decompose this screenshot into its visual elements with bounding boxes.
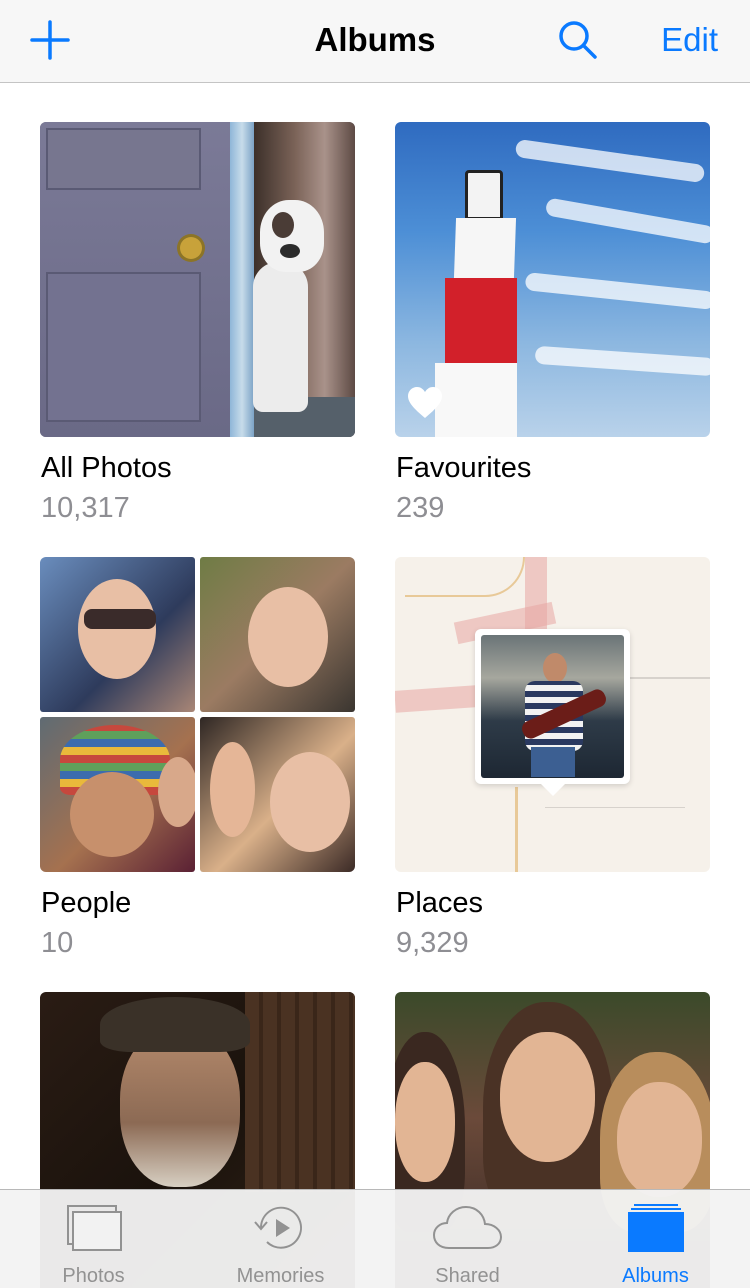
memories-play-icon — [253, 1206, 302, 1249]
thumbnail-lighthouse-base — [435, 363, 517, 437]
thumbnail-head — [543, 653, 567, 683]
album-count: 239 — [396, 492, 445, 524]
album-title: Places — [396, 887, 484, 919]
navigation-bar: Albums Edit — [0, 0, 750, 83]
thumbnail-dog-body — [253, 262, 308, 412]
pin-photo — [481, 635, 624, 778]
thumbnail-lighthouse-band — [445, 278, 517, 363]
album-thumbnail[interactable] — [395, 122, 710, 437]
tab-label: Memories — [236, 1265, 325, 1287]
thumbnail-face — [500, 1032, 595, 1162]
thumbnail-door-panel — [46, 128, 201, 190]
album-title: People — [41, 887, 132, 919]
thumbnail-door-frame — [230, 122, 254, 437]
album-places[interactable]: Places 9,329 — [395, 557, 710, 959]
thumbnail-map-road — [405, 557, 525, 597]
thumbnail-jeans — [531, 747, 575, 777]
thumbnail-map-road — [515, 787, 518, 872]
album-all-photos[interactable]: All Photos 10,317 — [40, 122, 355, 524]
thumbnail-lighthouse-lantern — [465, 170, 503, 220]
edit-button[interactable]: Edit — [661, 20, 718, 60]
album-thumbnail[interactable] — [40, 122, 355, 437]
album-people[interactable]: People 10 — [40, 557, 355, 959]
thumbnail-face — [70, 772, 154, 857]
album-count: 9,329 — [396, 927, 469, 959]
albums-stack-icon — [627, 1204, 684, 1252]
album-thumbnail[interactable] — [395, 557, 710, 872]
thumbnail-dog-head — [260, 200, 324, 272]
tab-bar: Photos Memories Shared Albums — [0, 1189, 750, 1288]
album-favourites[interactable]: Favourites 239 — [395, 122, 710, 524]
tab-label: Shared — [435, 1265, 500, 1287]
thumbnail-face — [78, 579, 156, 679]
thumbnail-lighthouse-upper — [453, 218, 517, 278]
map-pin — [475, 629, 630, 796]
album-count: 10 — [41, 927, 74, 959]
tab-shared[interactable]: Shared — [374, 1190, 561, 1288]
thumbnail-face — [617, 1082, 702, 1197]
thumbnail-barrel — [245, 992, 355, 1192]
heart-icon — [408, 387, 442, 418]
thumbnail-cloud — [514, 138, 706, 184]
thumbnail-cloud — [534, 345, 710, 377]
thumbnail-face — [158, 757, 195, 827]
tab-label: Photos — [62, 1265, 125, 1287]
person-photo — [200, 717, 355, 872]
thumbnail-cloud — [524, 272, 710, 310]
person-photo — [40, 717, 195, 872]
thumbnail-sunglasses — [84, 609, 156, 629]
tab-albums[interactable]: Albums — [562, 1190, 749, 1288]
thumbnail-dog-nose — [280, 244, 300, 258]
album-count: 10,317 — [41, 492, 130, 524]
thumbnail-cloud — [544, 197, 710, 245]
person-photo — [40, 557, 195, 712]
photos-app: Albums Edit All Photos 10,317 Favourites… — [0, 0, 750, 1288]
thumbnail-door-knob — [180, 237, 202, 259]
thumbnail-face — [248, 587, 328, 687]
album-thumbnail[interactable] — [40, 557, 355, 872]
thumbnail-face — [270, 752, 350, 852]
tab-photos[interactable]: Photos — [0, 1190, 187, 1288]
thumbnail-dog-eye — [272, 212, 294, 238]
tab-memories[interactable]: Memories — [187, 1190, 374, 1288]
album-title: Favourites — [396, 452, 532, 484]
tab-label: Albums — [622, 1265, 689, 1287]
cloud-icon — [432, 1205, 502, 1249]
photos-stack-icon — [66, 1205, 122, 1251]
thumbnail-hat — [100, 997, 250, 1052]
page-title: Albums — [314, 21, 436, 58]
search-icon[interactable] — [556, 18, 600, 62]
thumbnail-face — [395, 1062, 455, 1182]
pin-tail — [539, 782, 567, 796]
thumbnail-face — [210, 742, 255, 837]
thumbnail-door-panel — [46, 272, 201, 422]
thumbnail-map-line — [545, 807, 685, 808]
album-title: All Photos — [41, 452, 172, 484]
person-photo — [200, 557, 355, 712]
